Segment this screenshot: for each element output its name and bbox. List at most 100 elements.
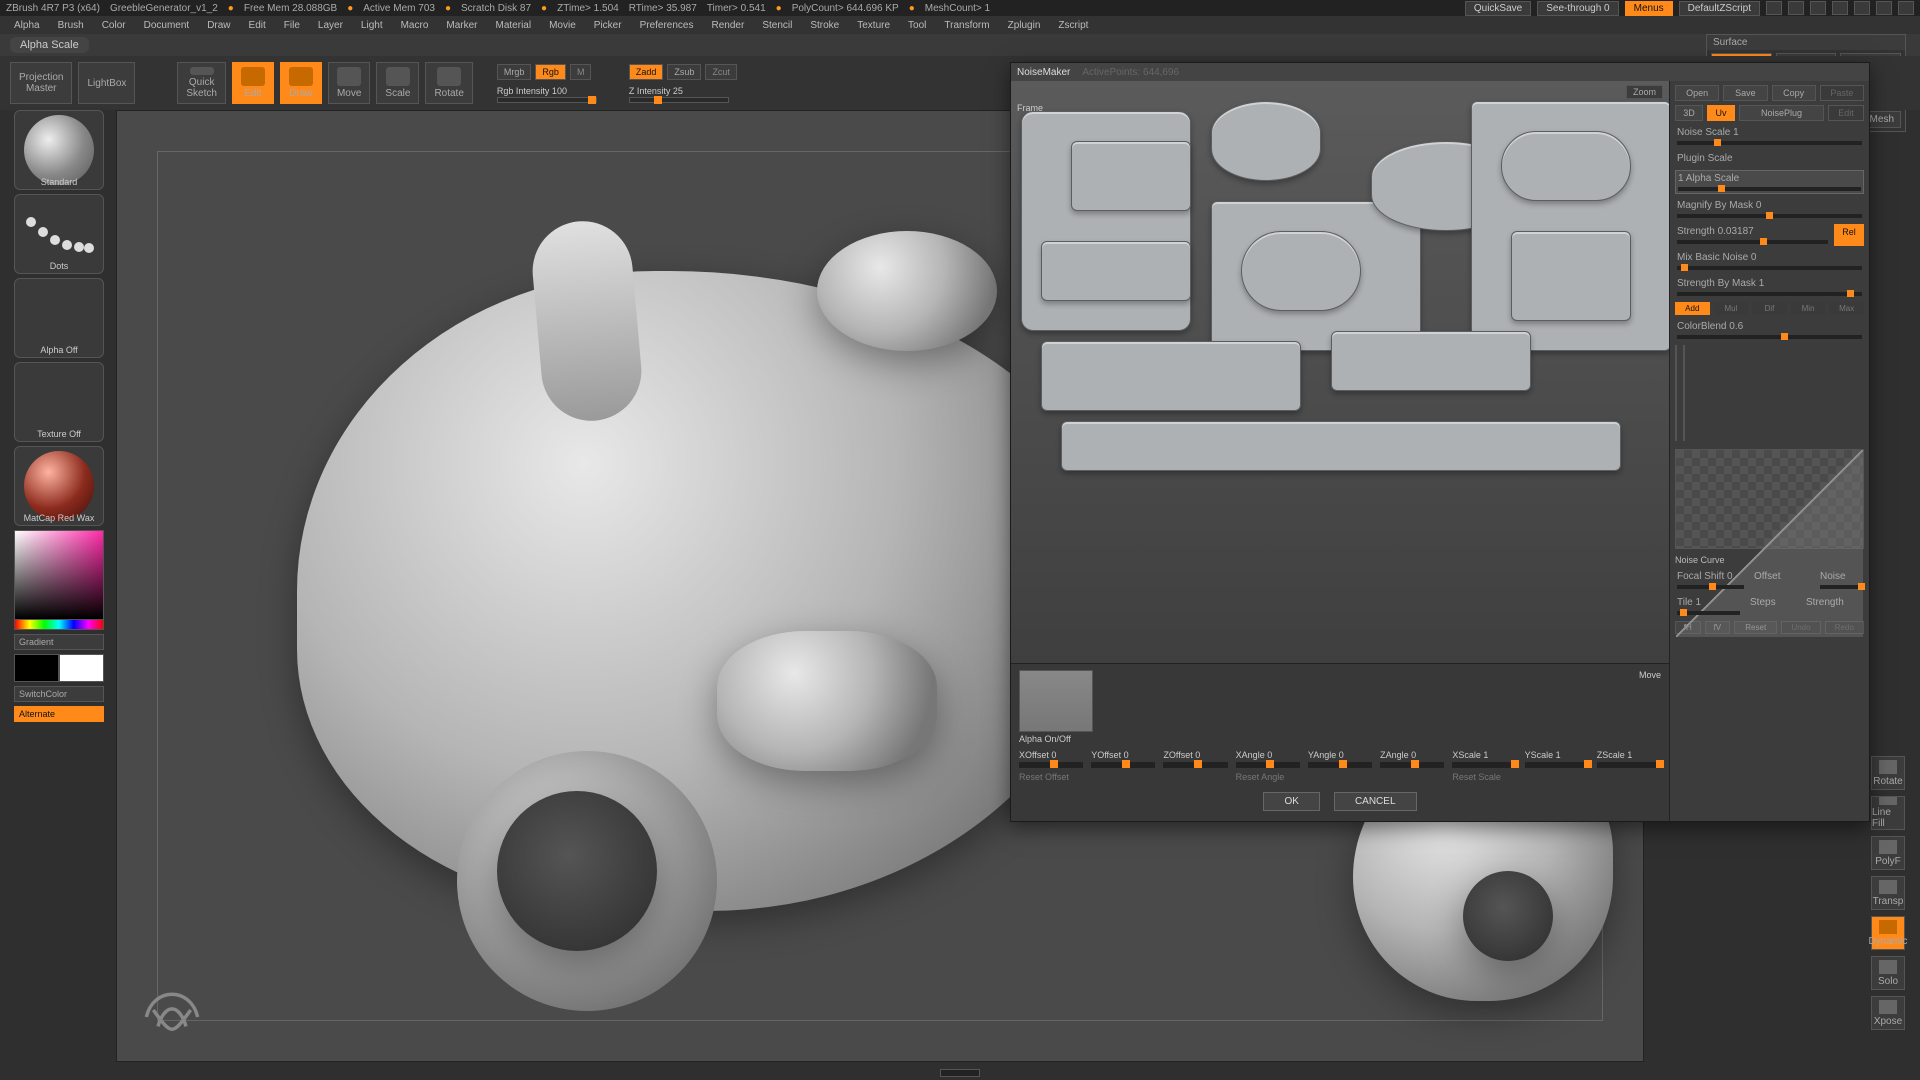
close-icon[interactable] xyxy=(1898,1,1914,15)
defaultscript-button[interactable]: DefaultZScript xyxy=(1679,1,1760,16)
m-button[interactable]: M xyxy=(570,64,592,80)
strength-slider[interactable]: Strength 0.03187 xyxy=(1675,224,1830,246)
nm-3d-button[interactable]: 3D xyxy=(1675,105,1703,121)
magnify-slider[interactable]: Magnify By Mask 0 xyxy=(1675,198,1864,220)
menu-render[interactable]: Render xyxy=(704,19,753,32)
reset-angle-button[interactable]: Reset Angle xyxy=(1236,772,1445,782)
edit-mode-button[interactable]: Edit xyxy=(232,62,274,104)
menu-file[interactable]: File xyxy=(276,19,308,32)
nm-copy-button[interactable]: Copy xyxy=(1772,85,1816,101)
strength-mask-slider[interactable]: Strength By Mask 1 xyxy=(1675,276,1864,298)
nm-move-label[interactable]: Move xyxy=(1639,670,1661,680)
nm-ok-button[interactable]: OK xyxy=(1263,792,1319,811)
menu-brush[interactable]: Brush xyxy=(50,19,92,32)
switchcolor-button[interactable]: SwitchColor xyxy=(14,686,104,702)
nm-hue-a[interactable] xyxy=(1675,431,1677,441)
help-icon[interactable] xyxy=(1832,1,1848,15)
menu-document[interactable]: Document xyxy=(136,19,198,32)
nm-tile-slider[interactable]: Tile 1 xyxy=(1675,595,1742,617)
yangle-slider[interactable] xyxy=(1308,762,1372,768)
menu-zscript[interactable]: Zscript xyxy=(1050,19,1096,32)
nm-focal-slider[interactable]: Focal Shift 0 xyxy=(1675,569,1746,591)
dock-solo-button[interactable]: Solo xyxy=(1871,956,1905,990)
blend-add[interactable]: Add xyxy=(1675,302,1710,315)
alternate-button[interactable]: Alternate xyxy=(14,706,104,722)
hue-strip[interactable] xyxy=(14,620,104,630)
nm-hue-b[interactable] xyxy=(1683,431,1685,441)
nm-paste-button[interactable]: Paste xyxy=(1820,85,1864,101)
menu-transform[interactable]: Transform xyxy=(936,19,997,32)
menu-stencil[interactable]: Stencil xyxy=(754,19,800,32)
quicksketch-button[interactable]: Quick Sketch xyxy=(177,62,226,104)
menu-zplugin[interactable]: Zplugin xyxy=(1000,19,1049,32)
color-picker[interactable] xyxy=(14,530,104,620)
rgb-button[interactable]: Rgb xyxy=(535,64,566,80)
blend-dif[interactable]: Dif xyxy=(1752,302,1787,315)
nm-color-picker-a[interactable] xyxy=(1675,345,1677,431)
xoffset-slider[interactable] xyxy=(1019,762,1083,768)
menu-light[interactable]: Light xyxy=(353,19,391,32)
dock-polyf-button[interactable]: PolyF xyxy=(1871,836,1905,870)
maximize-icon[interactable] xyxy=(1876,1,1892,15)
menu-color[interactable]: Color xyxy=(94,19,134,32)
dual-color-swatch[interactable] xyxy=(14,654,106,682)
zangle-slider[interactable] xyxy=(1380,762,1444,768)
z-intensity-slider[interactable] xyxy=(629,97,729,103)
xangle-slider[interactable] xyxy=(1236,762,1300,768)
move-mode-button[interactable]: Move xyxy=(328,62,370,104)
gradient-button[interactable]: Gradient xyxy=(14,634,104,650)
zscale-slider[interactable] xyxy=(1597,762,1661,768)
material-swatch[interactable] xyxy=(14,446,104,526)
zoffset-slider[interactable] xyxy=(1163,762,1227,768)
menu-picker[interactable]: Picker xyxy=(586,19,630,32)
alpha-thumbnail[interactable] xyxy=(1019,670,1093,732)
nm-open-button[interactable]: Open xyxy=(1675,85,1719,101)
surface-title[interactable]: Surface xyxy=(1707,35,1905,50)
bottom-handle[interactable] xyxy=(940,1069,980,1077)
noisemaker-header[interactable]: NoiseMaker ActivePoints: 644,696 xyxy=(1011,63,1869,81)
scale-mode-button[interactable]: Scale xyxy=(376,62,419,104)
blend-min[interactable]: Min xyxy=(1791,302,1826,315)
nm-offset-slider[interactable]: Offset xyxy=(1752,569,1812,591)
dock-rotate-button[interactable]: Rotate xyxy=(1871,756,1905,790)
minimize-icon[interactable] xyxy=(1854,1,1870,15)
draw-mode-button[interactable]: Draw xyxy=(280,62,322,104)
menu-movie[interactable]: Movie xyxy=(541,19,584,32)
layout-icon[interactable] xyxy=(1766,1,1782,15)
dock-linefill-button[interactable]: Line Fill xyxy=(1871,796,1905,830)
dock-transp-button[interactable]: Transp xyxy=(1871,876,1905,910)
nm-noise-slider[interactable]: Noise xyxy=(1818,569,1864,591)
menu-marker[interactable]: Marker xyxy=(438,19,485,32)
projection-master-button[interactable]: Projection Master xyxy=(10,62,72,104)
blend-max[interactable]: Max xyxy=(1829,302,1864,315)
texture-swatch[interactable] xyxy=(14,362,104,442)
yoffset-slider[interactable] xyxy=(1091,762,1155,768)
menu-draw[interactable]: Draw xyxy=(199,19,238,32)
reset-scale-button[interactable]: Reset Scale xyxy=(1452,772,1661,782)
alpha-onoff-toggle[interactable]: Alpha On/Off xyxy=(1019,734,1071,744)
brush-swatch[interactable] xyxy=(14,110,104,190)
rotate-mode-button[interactable]: Rotate xyxy=(425,62,472,104)
zsub-button[interactable]: Zsub xyxy=(667,64,701,80)
stroke-swatch[interactable] xyxy=(14,194,104,274)
grid-icon[interactable] xyxy=(1788,1,1804,15)
nm-color-picker-b[interactable] xyxy=(1683,345,1685,431)
menu-layer[interactable]: Layer xyxy=(310,19,351,32)
quicksave-button[interactable]: QuickSave xyxy=(1465,1,1531,16)
menu-alpha[interactable]: Alpha xyxy=(6,19,48,32)
blend-mul[interactable]: Mul xyxy=(1714,302,1749,315)
alpha-scale-slider[interactable]: 1 Alpha Scale xyxy=(1675,170,1864,194)
rel-button[interactable]: Rel xyxy=(1834,224,1864,246)
menu-preferences[interactable]: Preferences xyxy=(632,19,702,32)
dock-dynamic-button[interactable]: Dynamic xyxy=(1871,916,1905,950)
reset-offset-button[interactable]: Reset Offset xyxy=(1019,772,1228,782)
mrgb-button[interactable]: Mrgb xyxy=(497,64,532,80)
nm-cancel-button[interactable]: CANCEL xyxy=(1334,792,1417,811)
nm-editplug-button[interactable]: Edit xyxy=(1828,105,1864,121)
noisemaker-preview[interactable]: Zoom Frame xyxy=(1011,81,1669,664)
lightbox-button[interactable]: LightBox xyxy=(78,62,135,104)
seethrough-slider[interactable]: See-through 0 xyxy=(1537,1,1618,16)
nm-strength2-slider[interactable]: Strength xyxy=(1804,595,1864,617)
dock-xpose-button[interactable]: Xpose xyxy=(1871,996,1905,1030)
nm-zoom-label[interactable]: Zoom xyxy=(1626,85,1663,99)
